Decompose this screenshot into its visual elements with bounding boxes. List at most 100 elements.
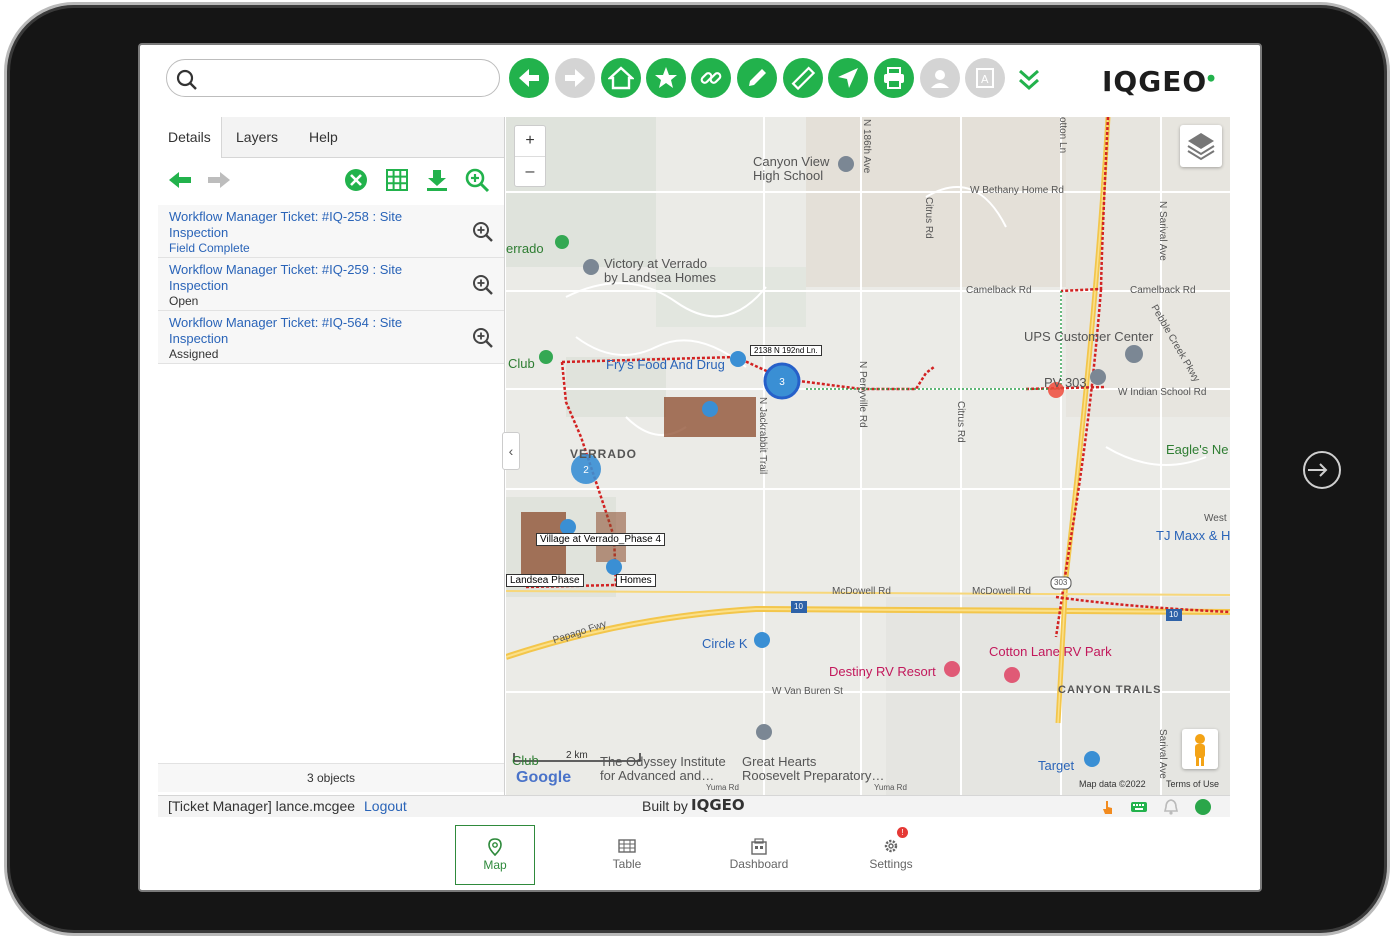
back-arrow-icon	[169, 172, 191, 188]
top-toolbar: A IQGEO●	[158, 47, 1230, 117]
poi-label: Target	[1038, 758, 1075, 773]
road-label: otton Ln	[1057, 117, 1068, 154]
road-label: N Sarival Ave	[1157, 201, 1168, 261]
home-icon	[608, 66, 634, 90]
nav-map[interactable]: Map	[455, 825, 535, 885]
user-info: [Ticket Manager] lance.mcgee	[168, 798, 356, 814]
result-item[interactable]: Workflow Manager Ticket: #IQ-564 : Site …	[158, 311, 504, 364]
zoom-to-icon[interactable]	[472, 327, 494, 349]
road-label: Camelback Rd	[1130, 285, 1196, 296]
user-button[interactable]	[920, 58, 960, 98]
poi-label: errado	[506, 241, 544, 256]
cluster-count: 2	[583, 465, 589, 476]
road-label: W Bethany Home Rd	[970, 185, 1064, 196]
tab-details[interactable]: Details	[158, 117, 222, 158]
feature-label: Homes	[616, 574, 656, 587]
export-button[interactable]	[424, 167, 450, 193]
details-panel: Details Layers Help Workflow Manager Tic…	[158, 117, 505, 795]
power-exit-icon[interactable]	[1302, 450, 1342, 490]
road-label: Citrus Rd	[923, 197, 934, 239]
poi-label: Circle K	[702, 636, 748, 651]
ruler-icon	[791, 66, 816, 91]
search-input[interactable]	[166, 59, 500, 97]
zoom-control: + –	[514, 125, 546, 187]
tab-help[interactable]: Help	[299, 117, 348, 157]
bookmark-button[interactable]	[646, 58, 686, 98]
area-label: CANYON TRAILS	[1058, 684, 1162, 696]
tab-layers[interactable]: Layers	[226, 117, 288, 157]
table-icon	[618, 839, 636, 853]
road-label: Camelback Rd	[966, 285, 1032, 296]
result-title[interactable]: Workflow Manager Ticket: #IQ-258 : Site …	[169, 209, 439, 241]
zoom-to-icon[interactable]	[472, 274, 494, 296]
back-arrow-icon	[519, 69, 539, 87]
panel-forward-button[interactable]	[206, 167, 232, 193]
star-icon	[655, 67, 677, 88]
built-by-logo: IQGEO	[691, 796, 745, 814]
locate-button[interactable]	[828, 58, 868, 98]
layers-icon	[1187, 133, 1215, 161]
notification-bell-icon[interactable]	[1162, 798, 1180, 816]
bottom-navigation: Map Table Dashboard Settings !	[140, 817, 1260, 889]
user-headset-icon	[931, 70, 949, 88]
poi-label: Cotton Lane RV Park	[989, 644, 1112, 659]
measure-button[interactable]	[783, 58, 823, 98]
download-icon	[427, 170, 447, 191]
home-button[interactable]	[601, 58, 641, 98]
annotation-button[interactable]: A	[965, 58, 1005, 98]
panel-back-button[interactable]	[167, 167, 193, 193]
road-label: McDowell Rd	[832, 586, 891, 597]
poi-label: Destiny RV Resort	[829, 664, 936, 679]
close-circle-icon	[345, 169, 367, 191]
road-label: Sarival Ave	[1157, 729, 1168, 779]
zoom-in-button[interactable]: +	[515, 126, 545, 157]
zoom-to-all-button[interactable]	[464, 167, 490, 193]
navigation-arrow-icon	[838, 68, 858, 88]
result-title[interactable]: Workflow Manager Ticket: #IQ-259 : Site …	[169, 262, 439, 294]
pencil-icon	[749, 69, 766, 86]
keyboard-icon[interactable]	[1130, 799, 1148, 815]
nav-settings[interactable]: Settings !	[851, 825, 931, 885]
result-item[interactable]: Workflow Manager Ticket: #IQ-258 : Site …	[158, 205, 504, 258]
zoom-out-button[interactable]: –	[515, 157, 545, 187]
zoom-to-icon[interactable]	[472, 221, 494, 243]
link-button[interactable]	[691, 58, 731, 98]
basemap-layers-button[interactable]	[1180, 125, 1222, 167]
poi-label: Club	[512, 753, 539, 768]
printer-icon	[884, 67, 904, 89]
app: A IQGEO● Details Layers Help Workflow Ma…	[158, 47, 1230, 818]
result-title[interactable]: Workflow Manager Ticket: #IQ-564 : Site …	[169, 315, 439, 347]
nav-table[interactable]: Table	[587, 825, 667, 885]
poi-label: Victory at Verrado by Landsea Homes	[604, 256, 717, 285]
collapse-panel-button[interactable]: ‹	[502, 432, 520, 470]
built-by-label: Built by	[642, 798, 688, 814]
road-label: N Jackrabbit Trail	[757, 397, 768, 475]
map-pin-icon	[488, 838, 502, 856]
terms-link[interactable]: Terms of Use	[1166, 779, 1219, 789]
poi-label: Club	[508, 356, 535, 371]
touch-hand-icon[interactable]	[1099, 798, 1117, 816]
poi-label: PV 303	[1044, 375, 1087, 390]
map-attribution: Map data ©2022	[1079, 779, 1146, 789]
tablet-screen: A IQGEO● Details Layers Help Workflow Ma…	[138, 43, 1262, 892]
grid-table-icon	[386, 169, 408, 191]
nav-label: Dashboard	[729, 857, 789, 871]
edit-button[interactable]	[737, 58, 777, 98]
forward-button[interactable]	[555, 58, 595, 98]
logout-link[interactable]: Logout	[364, 798, 407, 814]
more-tools-button[interactable]	[1014, 65, 1044, 95]
result-item[interactable]: Workflow Manager Ticket: #IQ-259 : Site …	[158, 258, 504, 311]
notification-badge: !	[897, 827, 908, 838]
street-view-button[interactable]	[1182, 729, 1218, 769]
text-annotation-icon: A	[976, 68, 994, 88]
map-view[interactable]: 3 2 Canyon View High School errado Victo…	[506, 117, 1230, 795]
print-button[interactable]	[874, 58, 914, 98]
nav-dashboard[interactable]: Dashboard	[719, 825, 799, 885]
poi-label: Canyon View High School	[753, 154, 830, 183]
feature-label: Landsea Phase	[506, 574, 584, 587]
show-table-button[interactable]	[384, 167, 410, 193]
double-chevron-down-icon	[1019, 69, 1039, 91]
result-status: Field Complete	[169, 241, 250, 255]
back-button[interactable]	[509, 58, 549, 98]
clear-results-button[interactable]	[343, 167, 369, 193]
